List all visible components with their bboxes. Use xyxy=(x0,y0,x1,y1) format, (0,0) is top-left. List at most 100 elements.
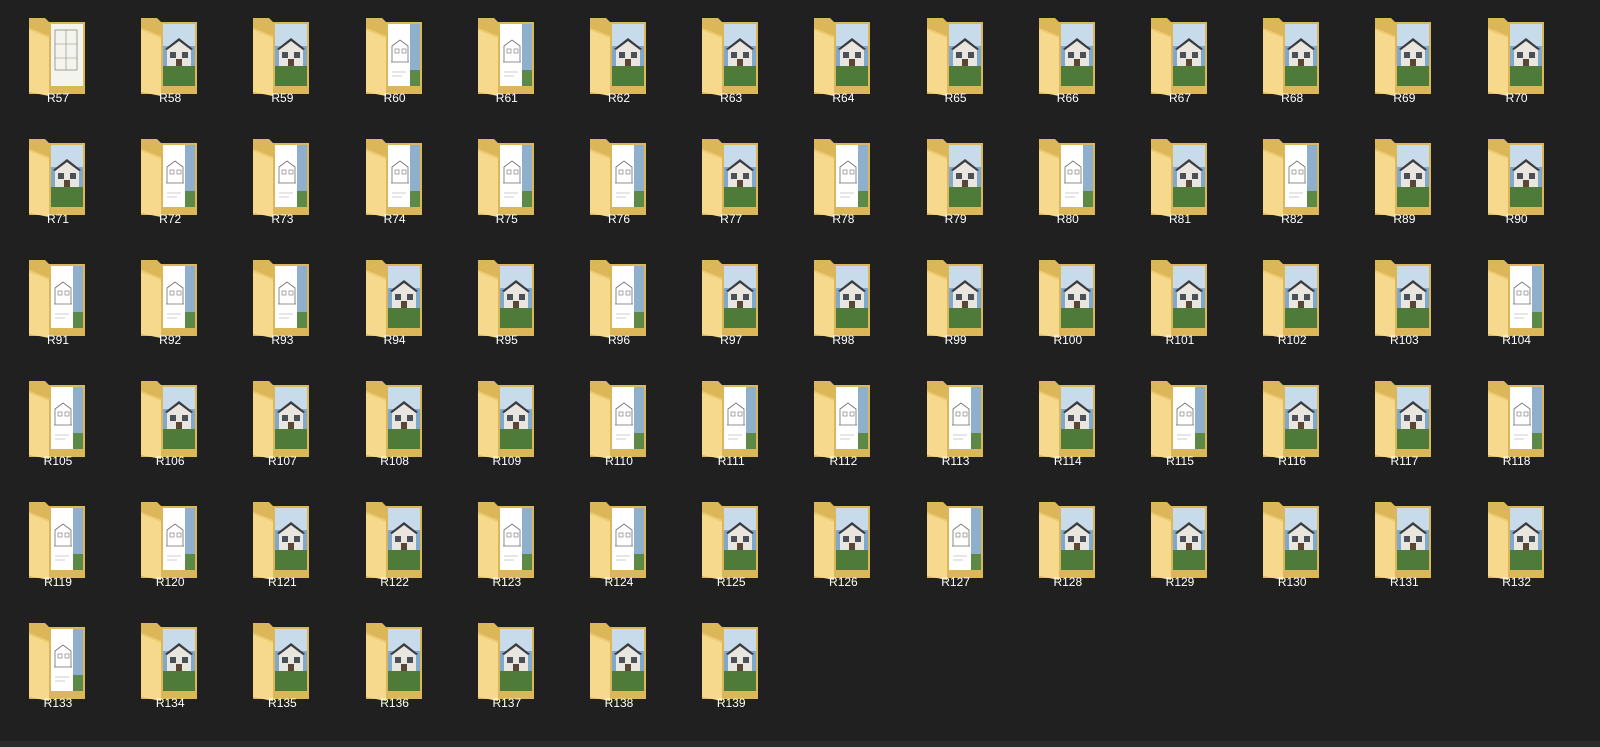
folder-label: R107 xyxy=(268,454,297,468)
folder-item[interactable]: R73 xyxy=(225,121,339,241)
folder-icon xyxy=(1375,18,1432,96)
folder-item[interactable]: R98 xyxy=(786,242,900,362)
folder-label: R93 xyxy=(271,333,294,347)
folder-item[interactable]: R129 xyxy=(1123,484,1237,604)
scrollbar-track[interactable] xyxy=(0,741,1600,747)
folder-icon xyxy=(253,139,310,217)
folder-icon xyxy=(1375,260,1432,338)
folder-item[interactable]: R107 xyxy=(225,363,339,483)
folder-item[interactable]: R81 xyxy=(1123,121,1237,241)
folder-item[interactable]: R123 xyxy=(450,484,564,604)
folder-item[interactable]: R119 xyxy=(1,484,115,604)
folder-icon xyxy=(141,139,198,217)
folder-label: R77 xyxy=(720,212,743,226)
folder-label: R137 xyxy=(492,696,522,710)
folder-item[interactable]: R103 xyxy=(1347,242,1461,362)
folder-item[interactable]: R71 xyxy=(1,121,115,241)
folder-item[interactable]: R132 xyxy=(1460,484,1574,604)
folder-item[interactable]: R102 xyxy=(1235,242,1349,362)
folder-item[interactable]: R94 xyxy=(338,242,452,362)
folder-item[interactable]: R70 xyxy=(1460,0,1574,120)
folder-item[interactable]: R130 xyxy=(1235,484,1349,604)
folder-item[interactable]: R127 xyxy=(899,484,1013,604)
folder-icon xyxy=(253,623,310,701)
folder-item[interactable]: R60 xyxy=(338,0,452,120)
folder-item[interactable]: R124 xyxy=(562,484,676,604)
folder-item[interactable]: R63 xyxy=(674,0,788,120)
folder-item[interactable]: R92 xyxy=(113,242,227,362)
folder-item[interactable]: R115 xyxy=(1123,363,1237,483)
folder-item[interactable]: R116 xyxy=(1235,363,1349,483)
folder-item[interactable]: R117 xyxy=(1347,363,1461,483)
folder-item[interactable]: R108 xyxy=(338,363,452,483)
folder-icon xyxy=(365,623,422,701)
folder-item[interactable]: R136 xyxy=(338,605,452,725)
folder-item[interactable]: R61 xyxy=(450,0,564,120)
folder-item[interactable]: R78 xyxy=(786,121,900,241)
folder-item[interactable]: R137 xyxy=(450,605,564,725)
folder-item[interactable]: R122 xyxy=(338,484,452,604)
folder-item[interactable]: R138 xyxy=(562,605,676,725)
folder-item[interactable]: R93 xyxy=(225,242,339,362)
folder-item[interactable]: R74 xyxy=(338,121,452,241)
folder-label: R59 xyxy=(271,91,294,105)
folder-item[interactable]: R105 xyxy=(1,363,115,483)
folder-item[interactable]: R66 xyxy=(1011,0,1125,120)
folder-item[interactable]: R118 xyxy=(1460,363,1574,483)
folder-item[interactable]: R77 xyxy=(674,121,788,241)
folder-item[interactable]: R90 xyxy=(1460,121,1574,241)
folder-item[interactable]: R106 xyxy=(113,363,227,483)
folder-icon xyxy=(702,623,759,701)
folder-item[interactable]: R57 xyxy=(1,0,115,120)
folder-item[interactable]: R62 xyxy=(562,0,676,120)
folder-icon xyxy=(1263,381,1320,459)
folder-item[interactable]: R134 xyxy=(113,605,227,725)
folder-item[interactable]: R120 xyxy=(113,484,227,604)
folder-item[interactable]: R121 xyxy=(225,484,339,604)
folder-item[interactable]: R59 xyxy=(225,0,339,120)
folder-item[interactable]: R67 xyxy=(1123,0,1237,120)
folder-item[interactable]: R131 xyxy=(1347,484,1461,604)
folder-icon xyxy=(814,502,871,580)
folder-item[interactable]: R110 xyxy=(562,363,676,483)
folder-item[interactable]: R114 xyxy=(1011,363,1125,483)
folder-item[interactable]: R125 xyxy=(674,484,788,604)
folder-item[interactable]: R79 xyxy=(899,121,1013,241)
folder-item[interactable]: R89 xyxy=(1347,121,1461,241)
folder-item[interactable]: R111 xyxy=(674,363,788,483)
folder-item[interactable]: R101 xyxy=(1123,242,1237,362)
folder-label: R96 xyxy=(607,333,630,347)
folder-item[interactable]: R126 xyxy=(786,484,900,604)
folder-item[interactable]: R99 xyxy=(899,242,1013,362)
folder-icon xyxy=(702,18,759,96)
folder-item[interactable]: R68 xyxy=(1235,0,1349,120)
folder-item[interactable]: R133 xyxy=(1,605,115,725)
folder-item[interactable]: R95 xyxy=(450,242,564,362)
folder-item[interactable]: R75 xyxy=(450,121,564,241)
folder-item[interactable]: R97 xyxy=(674,242,788,362)
folder-icon xyxy=(1375,381,1432,459)
folder-label: R117 xyxy=(1390,454,1419,468)
folder-item[interactable]: R69 xyxy=(1347,0,1461,120)
folder-item[interactable]: R82 xyxy=(1235,121,1349,241)
folder-item[interactable]: R72 xyxy=(113,121,227,241)
folder-icon xyxy=(814,139,871,217)
folder-item[interactable]: R135 xyxy=(225,605,339,725)
folder-item[interactable]: R100 xyxy=(1011,242,1125,362)
folder-item[interactable]: R91 xyxy=(1,242,115,362)
folder-item[interactable]: R65 xyxy=(899,0,1013,120)
folder-item[interactable]: R128 xyxy=(1011,484,1125,604)
folder-item[interactable]: R104 xyxy=(1460,242,1574,362)
folder-item[interactable]: R109 xyxy=(450,363,564,483)
folder-item[interactable]: R76 xyxy=(562,121,676,241)
folder-item[interactable]: R96 xyxy=(562,242,676,362)
folder-item[interactable]: R139 xyxy=(674,605,788,725)
folder-item[interactable]: R58 xyxy=(113,0,227,120)
folder-icon xyxy=(365,502,422,580)
folder-item[interactable]: R80 xyxy=(1011,121,1125,241)
folder-item[interactable]: R113 xyxy=(899,363,1013,483)
folder-item[interactable]: R112 xyxy=(786,363,900,483)
folder-label: R79 xyxy=(944,212,967,226)
folder-item[interactable]: R64 xyxy=(786,0,900,120)
folder-icon xyxy=(29,139,85,217)
